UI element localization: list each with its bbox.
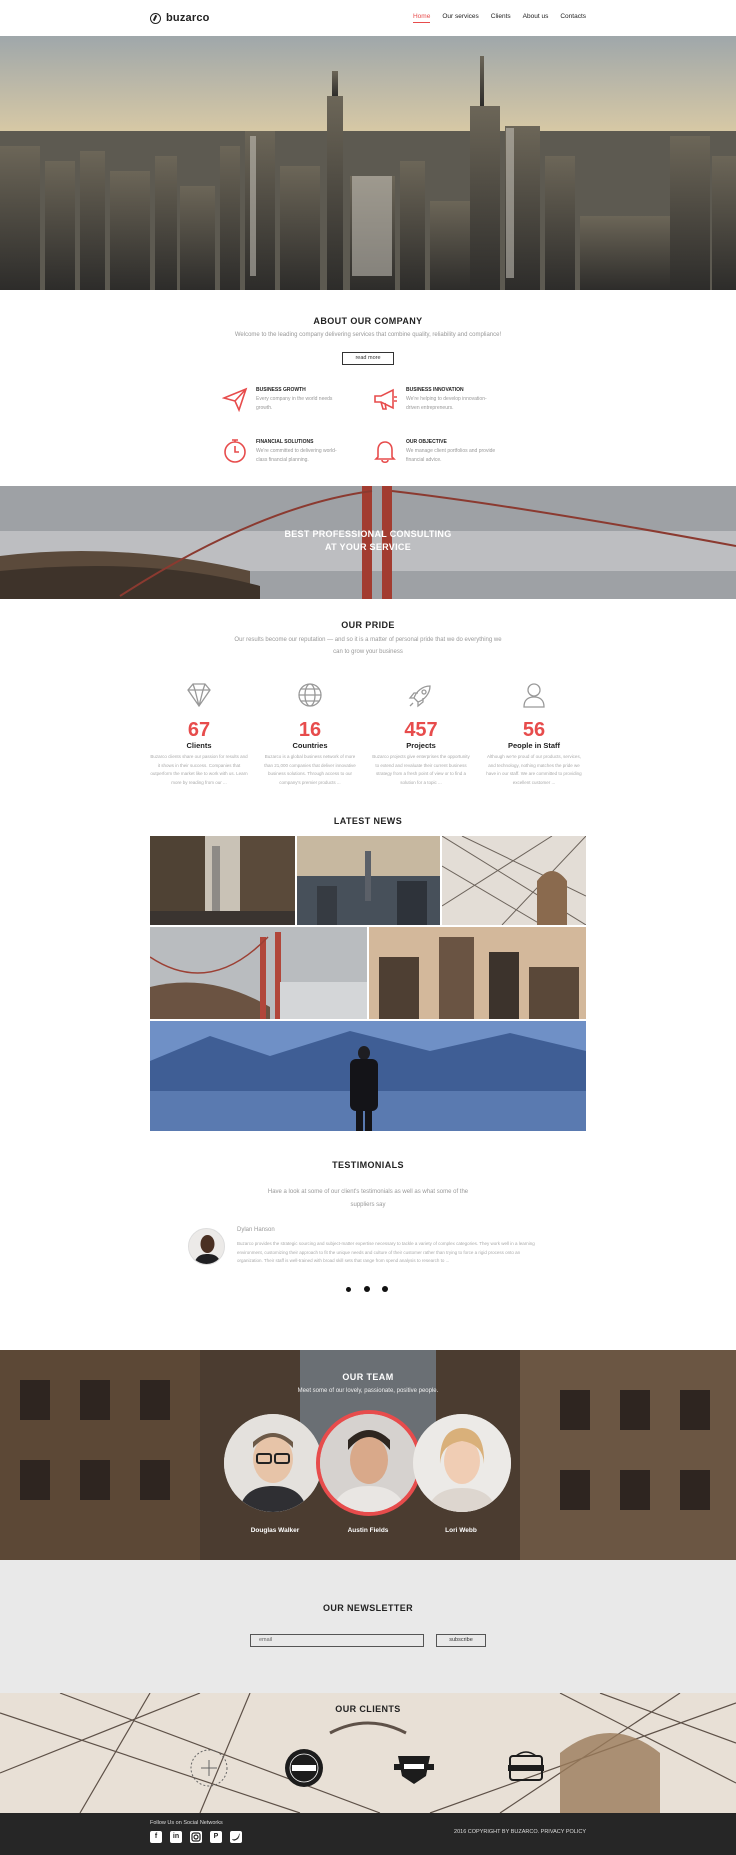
feature-our-objective: OUR OBJECTIVE We manage client portfolio… (372, 438, 522, 468)
stat-text: Buzarco projects give enterprises the op… (372, 754, 470, 785)
diamond-icon (187, 683, 211, 708)
team-name-douglas-walker: Douglas Walker (250, 1527, 300, 1534)
clients-title: OUR CLIENTS (335, 1704, 401, 1714)
news-item-skyline[interactable] (297, 836, 440, 925)
stat-label: Projects (406, 741, 436, 750)
stat-value: 67 (187, 719, 211, 741)
feature-text: We're committed to delivering world-clas… (256, 448, 337, 463)
follow-us-label: Follow Us on Social Networks (150, 1820, 223, 1826)
nav-about-us[interactable]: About us (523, 13, 549, 23)
stat-clients: 67 Clients Buzarco clients share our pas… (149, 680, 249, 787)
twitter-icon[interactable] (230, 1831, 242, 1843)
banner-line-1: BEST PROFESSIONAL CONSULTING (284, 529, 452, 539)
hero-city-image (0, 36, 736, 290)
feature-text: We're helping to develop innovation-driv… (406, 396, 487, 411)
about-subtitle: Welcome to the leading company deliverin… (234, 332, 502, 338)
newsletter-title: OUR NEWSLETTER (322, 1603, 414, 1613)
stat-text: Buzarco clients share our passion for re… (150, 754, 248, 785)
about-title: ABOUT OUR COMPANY (313, 316, 423, 326)
clients-section: OUR CLIENTS (0, 1693, 736, 1813)
team-name-lori-webb: Lori Webb (445, 1527, 477, 1534)
banner-line-2: AT YOUR SERVICE (324, 542, 412, 552)
nav-our-services[interactable]: Our services (442, 13, 478, 23)
main-nav: Home Our services Clients About us Conta… (412, 13, 586, 23)
client-logo-1[interactable] (187, 1746, 231, 1790)
instagram-icon[interactable] (190, 1831, 202, 1843)
facebook-icon[interactable]: f (150, 1831, 162, 1843)
bell-icon (374, 441, 396, 464)
news-item-street[interactable] (150, 836, 295, 925)
stat-countries: 16 Countries Buzarco is a global busines… (260, 680, 360, 787)
stat-projects: 457 Projects Buzarco projects give enter… (371, 680, 471, 787)
team-photo-austin-fields[interactable] (316, 1410, 422, 1516)
carousel-dot-2[interactable] (364, 1286, 370, 1292)
team-subtitle: Meet some of our lovely, passionate, pos… (297, 1388, 439, 1394)
team-name-austin-fields: Austin Fields (347, 1527, 389, 1534)
stat-label: Countries (292, 741, 328, 750)
consulting-banner: BEST PROFESSIONAL CONSULTING AT YOUR SER… (0, 486, 736, 599)
pride-title: OUR PRIDE (341, 620, 395, 630)
user-icon (523, 683, 545, 708)
testimonial-avatar (188, 1228, 225, 1265)
rocket-icon (408, 685, 431, 708)
testimonials-subtitle-line-1: Have a look at some of our client's test… (267, 1189, 469, 1195)
testimonial-name: Dylan Hanson (237, 1227, 275, 1233)
read-more-button[interactable]: read more (342, 352, 394, 365)
carousel-dot-3[interactable] (382, 1286, 388, 1292)
stat-label: People in Staff (507, 741, 561, 750)
globe-icon (298, 683, 322, 707)
stat-value: 56 (522, 719, 546, 741)
news-title: LATEST NEWS (333, 816, 403, 826)
team-photo-lori-webb[interactable] (413, 1414, 511, 1512)
stat-label: Clients (186, 741, 212, 750)
team-photo-douglas-walker[interactable] (224, 1414, 322, 1512)
feature-business-growth: BUSINESS GROWTH Every company in the wor… (222, 386, 372, 416)
news-item-golden-gate[interactable] (150, 927, 367, 1019)
stat-value: 457 (404, 719, 438, 741)
feature-title: FINANCIAL SOLUTIONS (256, 439, 314, 445)
stat-value: 16 (298, 719, 322, 741)
feature-business-innovation: BUSINESS INNOVATION We're helping to dev… (372, 386, 522, 416)
nav-clients[interactable]: Clients (491, 13, 511, 23)
client-logo-2[interactable] (282, 1746, 326, 1790)
feature-title: BUSINESS INNOVATION (406, 387, 464, 393)
testimonials-subtitle-line-2: suppliers say (350, 1202, 386, 1208)
feature-financial-solutions: FINANCIAL SOLUTIONS We're committed to d… (222, 438, 372, 468)
pinterest-icon[interactable]: P (210, 1831, 222, 1843)
site-header: buzarco Home Our services Clients About … (0, 0, 736, 36)
stat-people-in-staff: 56 People in Staff Although we're proud … (484, 680, 584, 787)
newsletter-section: OUR NEWSLETTER (0, 1560, 736, 1693)
team-title: OUR TEAM (342, 1372, 394, 1382)
nav-home[interactable]: Home (412, 13, 431, 23)
linkedin-icon[interactable]: in (170, 1831, 182, 1843)
site-footer (0, 1813, 736, 1855)
news-item-lake-man[interactable] (150, 1021, 586, 1131)
stat-text: Although we're proud of our products, se… (486, 754, 582, 785)
stopwatch-icon (224, 439, 246, 463)
megaphone-icon (374, 388, 397, 410)
nav-contacts[interactable]: Contacts (560, 13, 586, 23)
client-logo-3[interactable] (392, 1746, 436, 1790)
pride-subtitle-line-2: can to grow your business (333, 649, 403, 655)
testimonial-text: Buzarco provides the strategic sourcing … (237, 1241, 535, 1263)
feature-text: Every company in the world needs growth. (256, 396, 333, 411)
testimonials-title: TESTIMONIALS (332, 1160, 404, 1170)
logo[interactable]: buzarco (150, 12, 210, 24)
carousel-dot-1[interactable] (346, 1287, 351, 1292)
newsletter-email-input[interactable]: email (250, 1634, 424, 1647)
feature-text: We manage client portfolios and provide … (406, 448, 496, 463)
client-logo-4[interactable] (504, 1746, 548, 1790)
news-item-buildings[interactable] (369, 927, 586, 1019)
paper-plane-icon (222, 387, 248, 412)
feature-title: BUSINESS GROWTH (256, 387, 306, 393)
subscribe-button[interactable]: subscribe (436, 1634, 486, 1647)
news-item-bridge-cables[interactable] (442, 836, 586, 925)
feature-title: OUR OBJECTIVE (406, 439, 447, 445)
copyright-text[interactable]: 2016 COPYRIGHT BY BUZARCO. PRIVACY POLIC… (454, 1829, 586, 1835)
logo-text: buzarco (166, 12, 210, 24)
logo-icon (150, 12, 161, 24)
stat-text: Buzarco is a global business network of … (264, 754, 356, 785)
banner-text: BEST PROFESSIONAL CONSULTING AT YOUR SER… (0, 528, 736, 554)
